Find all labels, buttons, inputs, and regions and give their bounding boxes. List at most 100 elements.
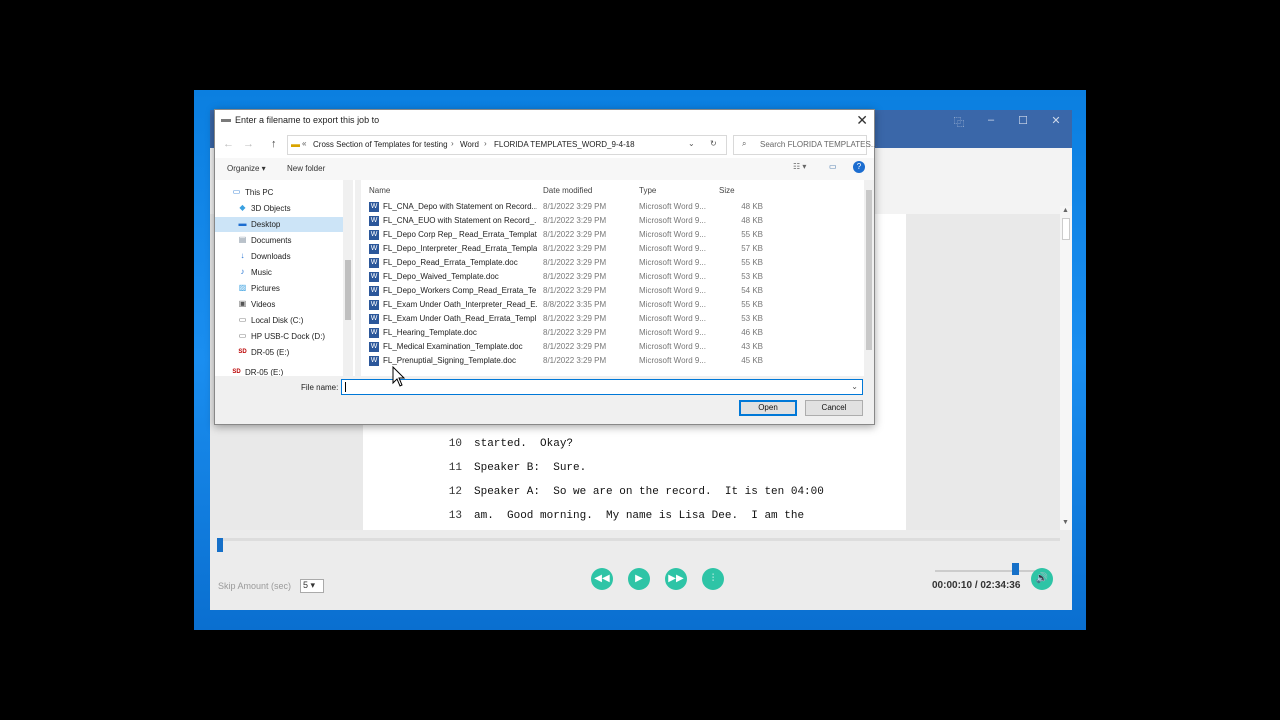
file-type: Microsoft Word 9... xyxy=(639,300,706,309)
file-name-field[interactable]: ⌄ xyxy=(341,379,863,395)
nav-item-local-disk[interactable]: ▭ Local Disk (C:) xyxy=(215,313,343,328)
fast-forward-button[interactable]: ▶▶ xyxy=(665,568,687,590)
current-time: 00:00:10 xyxy=(932,580,973,591)
breadcrumb-florida[interactable]: FLORIDA TEMPLATES_WORD_9-4-18 xyxy=(494,140,635,149)
file-date: 8/1/2022 3:29 PM xyxy=(543,356,607,365)
scrollbar-thumb[interactable] xyxy=(345,260,351,320)
snap-icon[interactable]: ⿻ xyxy=(949,114,969,129)
document-scrollbar[interactable]: ▲ ▼ xyxy=(1060,206,1072,530)
nav-item-dr05-2[interactable]: SD DR-05 (E:) xyxy=(215,365,343,376)
progress-handle[interactable] xyxy=(217,538,223,552)
column-header-size[interactable]: Size xyxy=(719,186,735,195)
sd-card-icon: SD xyxy=(232,369,241,375)
export-file-dialog: Enter a filename to export this job to ✕… xyxy=(214,109,878,425)
nav-item-desktop[interactable]: ▬ Desktop xyxy=(215,217,343,232)
maximize-icon[interactable]: ☐ xyxy=(1013,114,1033,128)
drive-icon: ▭ xyxy=(238,315,247,324)
nav-item-usb-dock[interactable]: ▭ HP USB-C Dock (D:) xyxy=(215,329,343,344)
nav-item-dr05[interactable]: SD DR-05 (E:) xyxy=(215,345,343,360)
file-row[interactable]: W FL_Depo Corp Rep_ Read_Errata_Templat..… xyxy=(369,228,859,242)
file-list-scrollbar[interactable] xyxy=(864,180,874,376)
refresh-icon[interactable]: ↻ xyxy=(710,139,717,148)
nav-item-label: 3D Objects xyxy=(251,204,291,213)
word-document-icon: W xyxy=(369,342,379,352)
play-button[interactable]: ▶ xyxy=(628,568,650,590)
rewind-button[interactable]: ◀◀ xyxy=(591,568,613,590)
volume-handle[interactable] xyxy=(1012,563,1019,575)
file-row[interactable]: W FL_Prenuptial_Signing_Template.doc 8/1/2… xyxy=(369,354,859,368)
volume-track[interactable] xyxy=(935,570,1035,572)
view-options-icon[interactable]: ☷ ▾ xyxy=(793,162,806,171)
nav-item-documents[interactable]: ▤ Documents xyxy=(215,233,343,248)
file-row[interactable]: W FL_Medical Examination_Template.doc 8/1/… xyxy=(369,340,859,354)
nav-item-music[interactable]: ♪ Music xyxy=(215,265,343,280)
open-button[interactable]: Open xyxy=(739,400,797,416)
close-icon[interactable]: ✕ xyxy=(856,112,868,129)
column-header-date[interactable]: Date modified xyxy=(543,186,592,195)
file-date: 8/8/2022 3:35 PM xyxy=(543,300,607,309)
volume-button[interactable]: 🔊 xyxy=(1031,568,1053,590)
file-row[interactable]: W FL_Depo_Workers Comp_Read_Errata_Te... 8… xyxy=(369,284,859,298)
breadcrumb-templates[interactable]: Cross Section of Templates for testing xyxy=(313,140,448,149)
file-row[interactable]: W FL_Exam Under Oath_Read_Errata_Templ...… xyxy=(369,312,859,326)
file-size: 54 KB xyxy=(741,286,763,295)
file-date: 8/1/2022 3:29 PM xyxy=(543,286,607,295)
scroll-down-icon[interactable]: ▼ xyxy=(1062,519,1069,526)
chevron-down-icon[interactable]: ⌄ xyxy=(851,382,858,391)
file-row[interactable]: W FL_CNA_EUO with Statement on Record_...… xyxy=(369,214,859,228)
scroll-up-icon[interactable]: ▲ xyxy=(1062,207,1069,214)
minimize-icon[interactable]: – xyxy=(981,114,1001,128)
address-bar[interactable]: ▬ « Cross Section of Templates for testi… xyxy=(287,135,727,155)
file-type: Microsoft Word 9... xyxy=(639,244,706,253)
file-size: 55 KB xyxy=(741,300,763,309)
word-document-icon: W xyxy=(369,300,379,310)
line-number: 10 xyxy=(448,438,462,450)
nav-item-3d-objects[interactable]: ◆ 3D Objects xyxy=(215,201,343,216)
file-name: FL_Hearing_Template.doc xyxy=(383,328,477,337)
help-icon[interactable]: ? xyxy=(853,161,865,173)
file-row[interactable]: W FL_Depo_Waived_Template.doc 8/1/2022 3:2… xyxy=(369,270,859,284)
organize-button[interactable]: Organize ▾ xyxy=(227,164,266,173)
cancel-button[interactable]: Cancel xyxy=(805,400,863,416)
word-document-icon: W xyxy=(369,202,379,212)
nav-item-label: Music xyxy=(251,268,272,277)
line-number: 11 xyxy=(448,462,462,474)
file-row[interactable]: W FL_Hearing_Template.doc 8/1/2022 3:29 PM… xyxy=(369,326,859,340)
progress-track[interactable] xyxy=(220,538,1060,541)
file-type: Microsoft Word 9... xyxy=(639,272,706,281)
file-name: FL_CNA_Depo with Statement on Record... xyxy=(383,202,537,211)
file-type: Microsoft Word 9... xyxy=(639,230,706,239)
nav-item-this-pc[interactable]: ▭ This PC xyxy=(215,185,343,200)
equalizer-icon: ⫶ xyxy=(711,573,715,584)
skip-amount-select[interactable]: 5 ▾ xyxy=(300,579,324,593)
settings-button[interactable]: ⫶ xyxy=(702,568,724,590)
nav-pane-scrollbar[interactable] xyxy=(343,180,353,376)
transcript-line: Speaker B: Sure. xyxy=(474,462,587,474)
new-folder-button[interactable]: New folder xyxy=(287,164,325,173)
computer-icon: ▭ xyxy=(232,187,241,196)
chevron-down-icon[interactable]: ⌄ xyxy=(688,139,695,148)
preview-pane-icon[interactable]: ▭ xyxy=(829,162,837,171)
file-row[interactable]: W FL_Exam Under Oath_Interpreter_Read_E..… xyxy=(369,298,859,312)
nav-item-videos[interactable]: ▣ Videos xyxy=(215,297,343,312)
file-row[interactable]: W FL_Depo_Read_Errata_Template.doc 8/1/202… xyxy=(369,256,859,270)
close-icon[interactable]: ✕ xyxy=(1046,114,1066,128)
scrollbar-thumb[interactable] xyxy=(866,190,872,350)
search-input[interactable]: ⌕ Search FLORIDA TEMPLATES... xyxy=(733,135,878,155)
nav-item-label: Local Disk (C:) xyxy=(251,316,304,325)
column-header-type[interactable]: Type xyxy=(639,186,656,195)
nav-item-pictures[interactable]: ▨ Pictures xyxy=(215,281,343,296)
up-arrow-icon[interactable]: ↑ xyxy=(271,138,277,150)
command-bar: Organize ▾ New folder ☷ ▾ ▭ ? xyxy=(215,158,874,180)
breadcrumb-word[interactable]: Word xyxy=(460,140,479,149)
file-row[interactable]: W FL_Depo_Interpreter_Read_Errata_Templa.… xyxy=(369,242,859,256)
column-header-name[interactable]: Name xyxy=(369,186,390,195)
back-arrow-icon[interactable]: ← xyxy=(223,138,234,150)
forward-arrow-icon[interactable]: → xyxy=(243,138,254,150)
nav-item-downloads[interactable]: ↓ Downloads xyxy=(215,249,343,264)
file-name: FL_Exam Under Oath_Interpreter_Read_E... xyxy=(383,300,537,309)
scrollbar-thumb[interactable] xyxy=(1062,218,1070,240)
file-name-label: File name: xyxy=(301,383,339,392)
file-type: Microsoft Word 9... xyxy=(639,328,706,337)
file-row[interactable]: W FL_CNA_Depo with Statement on Record...… xyxy=(369,200,859,214)
